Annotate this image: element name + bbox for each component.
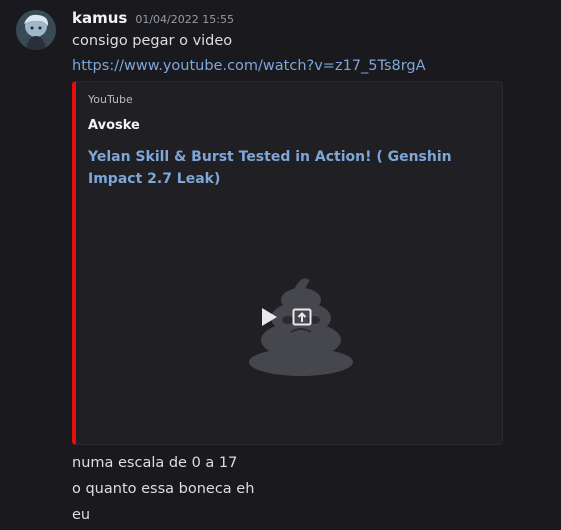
timestamp: 01/04/2022 15:55 [135,13,234,26]
username[interactable]: kamus [72,9,127,27]
open-external-icon[interactable] [292,308,312,330]
message-text: numa escala de 0 a 17 [72,455,238,471]
play-icon[interactable] [260,307,278,331]
link-embed: YouTube Avoske Yelan Skill & Burst Teste… [72,81,503,445]
message-text: o quanto essa boneca eh [72,481,255,497]
message-header: kamus 01/04/2022 15:55 [72,9,234,27]
embed-title[interactable]: Yelan Skill & Burst Tested in Action! ( … [88,146,488,190]
message-text: eu [72,507,91,523]
message-link[interactable]: https://www.youtube.com/watch?v=z17_5Ts8… [72,55,426,77]
chat-message: kamus 01/04/2022 15:55 consigo pegar o v… [0,0,561,530]
video-thumbnail[interactable] [186,262,416,382]
embed-provider[interactable]: YouTube [88,93,133,106]
media-controls [260,304,312,334]
message-text: consigo pegar o video [72,33,233,49]
embed-author[interactable]: Avoske [88,118,140,133]
avatar[interactable] [16,10,56,50]
